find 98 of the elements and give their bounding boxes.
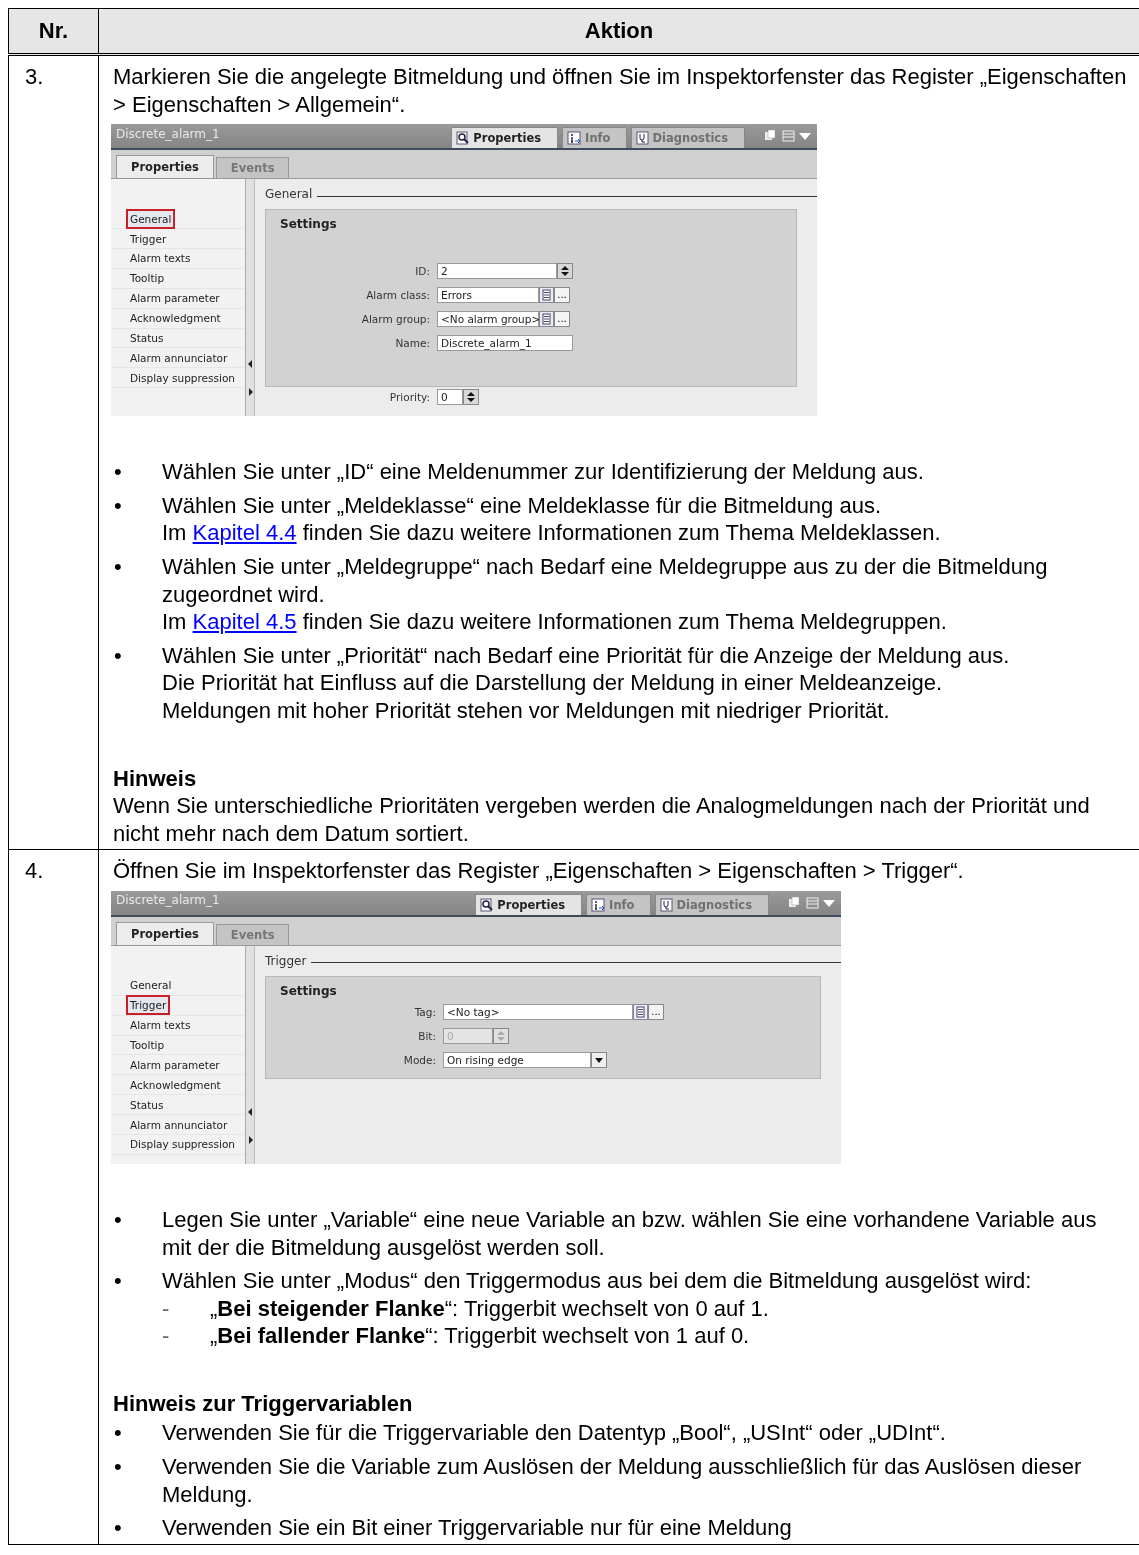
dash-mark: - (162, 1294, 171, 1323)
bullet-text: Wählen Sie unter „Meldegruppe“ nach Bedarf eine Meldegruppe aus zu der die Bitmeldung zugeordnet wird. (162, 552, 1049, 609)
nav-item[interactable]: Tooltip (126, 268, 169, 289)
nav-item[interactable]: Alarm parameter (126, 1054, 224, 1075)
step-number: 4. (25, 858, 44, 884)
name-field[interactable]: Discrete_alarm_1 (437, 335, 573, 352)
bullet-text: Im Kapitel 4.5 finden Sie dazu weitere Informationen zum Thema Meldegruppen. (162, 608, 948, 636)
field-label: Alarm group: (360, 312, 431, 327)
bullet-text: Verwenden Sie die Variable zum Auslösen der Meldung ausschließlich für das Auslösen dieser Meldung. (162, 1453, 1083, 1509)
nav-item[interactable]: Acknowledgment (126, 1074, 225, 1095)
note-title: Hinweis zur Triggervariablen (113, 1389, 414, 1418)
window-title: Discrete_alarm_1 (115, 126, 221, 143)
magnifier-icon (456, 131, 471, 146)
field-label: Alarm class: (365, 288, 431, 303)
inspector-tab[interactable]: Properties (475, 893, 583, 915)
nav-item[interactable]: Alarm annunciator (126, 1114, 232, 1135)
bullet-text: Verwenden Sie für die Triggervariable den Datentyp „Bool“, „USInt“ oder „UDInt“. (162, 1419, 946, 1448)
list-icon[interactable] (633, 1003, 648, 1020)
field-label: Bit: (417, 1028, 437, 1043)
bullet-text: Im Kapitel 4.4 finden Sie dazu weitere Informationen zum Thema Meldeklassen. (162, 519, 941, 547)
stethoscope-icon (660, 897, 674, 912)
bullet-mark: • (113, 1514, 123, 1542)
step-instruction: Markieren Sie die angelegte Bitmeldung und öffnen Sie im Inspektorfenster das Register „Eigenschaften > Eigenschaften > Allgemein“. (113, 63, 1128, 119)
bullet-mark: • (113, 641, 123, 670)
sub-bullet-text: „Bei fallender Flanke“: Triggerbit wechselt von 1 auf 0. (210, 1322, 750, 1350)
field-label: Name: (394, 336, 431, 351)
stethoscope-icon (636, 131, 650, 146)
spinner-icon[interactable] (557, 263, 573, 280)
group-title: Settings (280, 983, 338, 998)
mode-dropdown[interactable]: On rising edge (443, 1051, 591, 1068)
spinner-icon[interactable] (463, 389, 479, 406)
lookup-field[interactable]: <No alarm group> (437, 311, 539, 328)
number-field[interactable]: 0 (437, 389, 463, 406)
list-icon[interactable] (539, 287, 554, 304)
note-text: Wenn Sie unterschiedliche Prioritäten vergeben werden die Analogmeldungen nach der Priorität und nicht mehr nach dem Datum sortiert. (113, 792, 1091, 848)
info-icon (591, 897, 607, 912)
bullet-mark: • (113, 458, 123, 486)
nav-item[interactable]: Alarm texts (126, 248, 195, 269)
id-field[interactable]: 2 (437, 263, 557, 280)
expand-arrow-icon[interactable] (247, 388, 253, 397)
nav-item[interactable]: Status (126, 1094, 168, 1115)
browse-button[interactable]: ... (554, 311, 570, 328)
field-label: Priority: (388, 390, 431, 405)
chapter-link[interactable]: Kapitel 4.5 (192, 609, 297, 635)
section-title: Trigger (265, 953, 307, 968)
collapse-arrow-icon[interactable] (247, 1107, 253, 1116)
field-label: ID: (414, 264, 431, 279)
nav-item[interactable]: Acknowledgment (126, 308, 225, 329)
window-title: Discrete_alarm_1 (115, 893, 221, 910)
browse-button[interactable]: ... (648, 1003, 664, 1020)
nav-item[interactable]: Status (126, 328, 168, 348)
sub-tab[interactable]: Properties (116, 921, 214, 945)
column-header: Aktion (98, 8, 1139, 55)
bullet-mark: • (113, 1419, 123, 1448)
step-number: 3. (25, 64, 44, 89)
nav-item[interactable]: Display suppression (126, 367, 239, 388)
nav-item[interactable]: Tooltip (126, 1035, 169, 1056)
bullet-mark: • (113, 491, 123, 520)
bullet-text: Verwenden Sie ein Bit einer Triggervariable nur für eine Meldung (162, 1514, 792, 1542)
section-title: General (265, 187, 313, 202)
bullet-text: Wählen Sie unter „Priorität“ nach Bedarf eine Priorität für die Anzeige der Meldung aus. (162, 641, 1010, 670)
bullet-mark: • (113, 1267, 123, 1296)
field-label: Tag: (413, 1004, 437, 1019)
chapter-link[interactable]: Kapitel 4.4 (192, 520, 297, 546)
info-icon (567, 131, 583, 146)
collapse-arrow-icon[interactable] (247, 360, 253, 369)
nav-item[interactable]: Alarm annunciator (126, 347, 232, 368)
column-header: Nr. (8, 8, 99, 55)
nav-item[interactable]: Trigger (126, 995, 171, 1016)
bullet-text: Wählen Sie unter „ID“ eine Meldenummer zur Identifizierung der Meldung aus. (162, 458, 924, 486)
nav-item[interactable]: Alarm texts (126, 1015, 195, 1036)
bullet-mark: • (113, 552, 123, 581)
bullet-text: Wählen Sie unter „Modus“ den Triggermodus aus bei dem die Bitmeldung ausgelöst wird: (162, 1267, 1032, 1295)
expand-arrow-icon[interactable] (247, 1135, 253, 1144)
sub-tab[interactable]: Properties (116, 155, 214, 179)
inspector-tab[interactable]: Properties (451, 127, 559, 149)
nav-item[interactable]: General (126, 975, 176, 996)
nav-item[interactable]: Alarm parameter (126, 288, 224, 309)
group-title: Settings (280, 217, 338, 232)
nav-item[interactable]: Display suppression (126, 1134, 239, 1155)
note-title: Hinweis (113, 764, 198, 793)
nav-item[interactable]: Trigger (126, 228, 171, 249)
lookup-field[interactable]: Errors (437, 287, 539, 304)
bullet-text: Meldungen mit hoher Priorität stehen vor Meldungen mit niedriger Priorität. (162, 696, 891, 725)
bullet-mark: • (113, 1205, 123, 1234)
sub-bullet-text: „Bei steigender Flanke“: Triggerbit wechselt von 0 auf 1. (210, 1294, 769, 1323)
dash-mark: - (162, 1322, 171, 1350)
bullet-text: Legen Sie unter „Variable“ eine neue Variable an bzw. wählen Sie eine vorhandene Variable aus mit der die Bitmeldung ausgelöst werden soll. (162, 1205, 1098, 1262)
bullet-mark: • (113, 1453, 123, 1482)
browse-button[interactable]: ... (554, 287, 570, 304)
bullet-text: Wählen Sie unter „Meldeklasse“ eine Meldeklasse für die Bitmeldung aus. (162, 491, 883, 520)
nav-item[interactable]: General (126, 208, 176, 229)
lookup-field[interactable]: <No tag> (443, 1003, 633, 1020)
bullet-text: Die Priorität hat Einfluss auf die Darstellung der Meldung in einer Meldeanzeige. (162, 669, 944, 697)
list-icon[interactable] (539, 311, 554, 328)
step-instruction: Öffnen Sie im Inspektorfenster das Register „Eigenschaften > Eigenschaften > Trigger“. (113, 857, 965, 885)
magnifier-icon (480, 897, 495, 912)
field-label: Mode: (402, 1052, 437, 1067)
